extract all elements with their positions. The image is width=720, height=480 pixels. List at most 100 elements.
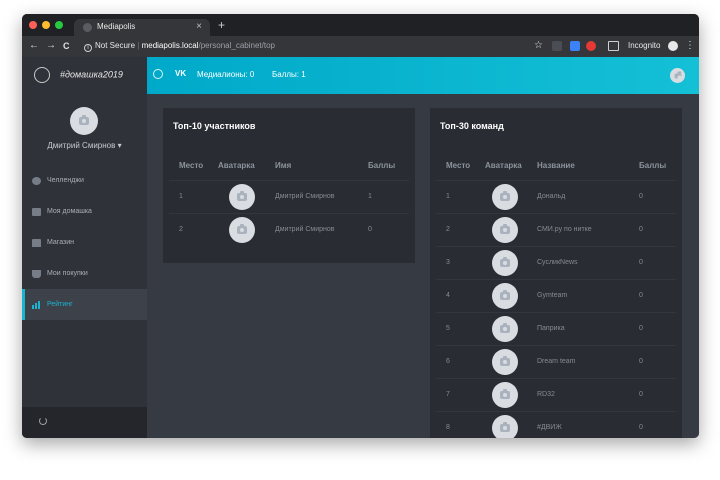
- row-place: 3: [446, 259, 450, 266]
- row-name[interactable]: СусликNews: [537, 259, 578, 266]
- row-points: 0: [639, 325, 643, 332]
- table-row[interactable]: 4 Gymteam 0: [436, 279, 676, 312]
- team-avatar[interactable]: [492, 415, 518, 438]
- participant-avatar[interactable]: [229, 184, 255, 210]
- table-row[interactable]: 6 Dream team 0: [436, 345, 676, 378]
- participants-title: Топ-10 участников: [173, 121, 256, 131]
- sidebar-item-challenges[interactable]: Челленджи: [22, 165, 147, 196]
- camera-icon: [237, 191, 247, 201]
- row-place: 8: [446, 424, 450, 431]
- security-label: Not Secure: [95, 41, 136, 50]
- logo[interactable]: #домашка2019: [34, 67, 123, 83]
- address-bar: ← → C i Not Secure | mediapolis.local/per…: [22, 36, 699, 57]
- row-name[interactable]: Паприка: [537, 325, 565, 332]
- row-name[interactable]: Дмитрий Смирнов: [275, 193, 334, 200]
- back-button[interactable]: ←: [29, 40, 39, 51]
- row-points: 1: [368, 193, 372, 200]
- row-name[interactable]: Дмитрий Смирнов: [275, 226, 334, 233]
- row-points: 0: [639, 193, 643, 200]
- user-name: Дмитрий Смирнов: [47, 141, 116, 150]
- tab-bar: Mediapolis × +: [22, 14, 699, 36]
- power-icon[interactable]: [39, 417, 47, 425]
- table-row[interactable]: 5 Паприка 0: [436, 312, 676, 345]
- vk-icon[interactable]: VK: [175, 69, 186, 78]
- team-avatar[interactable]: [492, 217, 518, 243]
- teams-title: Топ-30 команд: [440, 121, 504, 131]
- row-place: 5: [446, 325, 450, 332]
- column-header: Название: [537, 161, 575, 170]
- camera-icon: [674, 71, 681, 79]
- medalions-counter: Медиалионы: 0: [197, 70, 255, 79]
- incognito-icon[interactable]: [668, 41, 678, 51]
- bookmark-star-icon[interactable]: ☆: [534, 40, 543, 51]
- extension-icon[interactable]: [570, 41, 580, 51]
- sidebar-item-label: Магазин: [47, 239, 75, 246]
- team-avatar[interactable]: [492, 184, 518, 210]
- team-avatar[interactable]: [492, 382, 518, 408]
- table-row[interactable]: 2 СМИ.ру по нитке 0: [436, 213, 676, 246]
- camera-icon: [500, 356, 510, 366]
- basket-icon: [32, 269, 41, 278]
- team-avatar[interactable]: [492, 283, 518, 309]
- row-points: 0: [639, 226, 643, 233]
- table-row[interactable]: 1 Дональд 0: [436, 180, 676, 213]
- row-name[interactable]: СМИ.ру по нитке: [537, 226, 592, 233]
- row-points: 0: [639, 292, 643, 299]
- url-field[interactable]: i Not Secure | mediapolis.local/personal_…: [84, 41, 275, 52]
- sidebar-item-homework[interactable]: Моя домашка: [22, 196, 147, 227]
- sidebar: #домашка2019 Дмитрий Смирнов ▾ Челленджи…: [22, 57, 147, 438]
- chevron-down-icon: ▾: [117, 141, 122, 150]
- new-tab-button[interactable]: +: [218, 19, 225, 31]
- participant-avatar[interactable]: [229, 217, 255, 243]
- maximize-window-button[interactable]: [55, 21, 63, 29]
- table-row[interactable]: 7 RD32 0: [436, 378, 676, 411]
- sidebar-item-purchases[interactable]: Мои покупки: [22, 258, 147, 289]
- team-avatar[interactable]: [492, 349, 518, 375]
- row-place: 2: [179, 226, 183, 233]
- tab-title: Mediapolis: [97, 22, 136, 31]
- minimize-window-button[interactable]: [42, 21, 50, 29]
- browser-menu-icon[interactable]: ⋮: [685, 40, 695, 51]
- row-place: 4: [446, 292, 450, 299]
- store-icon: [32, 238, 41, 247]
- compass-icon: [32, 176, 41, 185]
- table-row[interactable]: 2 Дмитрий Смирнов 0: [169, 213, 409, 246]
- column-header: Место: [446, 161, 471, 170]
- table-row[interactable]: 8 #ДВИЖ 0: [436, 411, 676, 438]
- extension-icon[interactable]: [586, 41, 596, 51]
- incognito-label[interactable]: Incognito: [628, 41, 660, 50]
- close-window-button[interactable]: [29, 21, 37, 29]
- camera-icon: [237, 224, 247, 234]
- top-header: VK Медиалионы: 0 Баллы: 1: [147, 57, 699, 94]
- browser-tab[interactable]: Mediapolis ×: [74, 19, 210, 36]
- row-name[interactable]: Dream team: [537, 358, 576, 365]
- column-header: Баллы: [368, 161, 396, 170]
- camera-icon: [500, 290, 510, 300]
- camera-icon: [500, 191, 510, 201]
- user-avatar[interactable]: [70, 107, 98, 135]
- table-row[interactable]: 1 Дмитрий Смирнов 1: [169, 180, 409, 213]
- tab-close-icon[interactable]: ×: [196, 21, 202, 32]
- user-menu[interactable]: Дмитрий Смирнов ▾: [22, 141, 147, 150]
- row-points: 0: [639, 424, 643, 431]
- column-header: Аватарка: [218, 161, 255, 170]
- cast-icon[interactable]: [608, 41, 619, 51]
- team-avatar[interactable]: [492, 250, 518, 276]
- sidebar-item-rating[interactable]: Рейтинг: [22, 289, 147, 320]
- window-controls: [29, 21, 63, 29]
- row-name[interactable]: RD32: [537, 391, 555, 398]
- forward-button[interactable]: →: [46, 40, 56, 51]
- row-name[interactable]: Gymteam: [537, 292, 567, 299]
- header-avatar[interactable]: [670, 68, 685, 83]
- info-icon[interactable]: i: [84, 44, 92, 52]
- menu-toggle-icon[interactable]: [153, 69, 163, 79]
- table-row[interactable]: 3 СусликNews 0: [436, 246, 676, 279]
- camera-icon: [79, 115, 89, 125]
- book-icon: [32, 207, 41, 216]
- team-avatar[interactable]: [492, 316, 518, 342]
- extension-icon[interactable]: [552, 41, 562, 51]
- reload-button[interactable]: C: [63, 41, 70, 51]
- sidebar-item-store[interactable]: Магазин: [22, 227, 147, 258]
- row-name[interactable]: #ДВИЖ: [537, 424, 562, 431]
- row-name[interactable]: Дональд: [537, 193, 565, 200]
